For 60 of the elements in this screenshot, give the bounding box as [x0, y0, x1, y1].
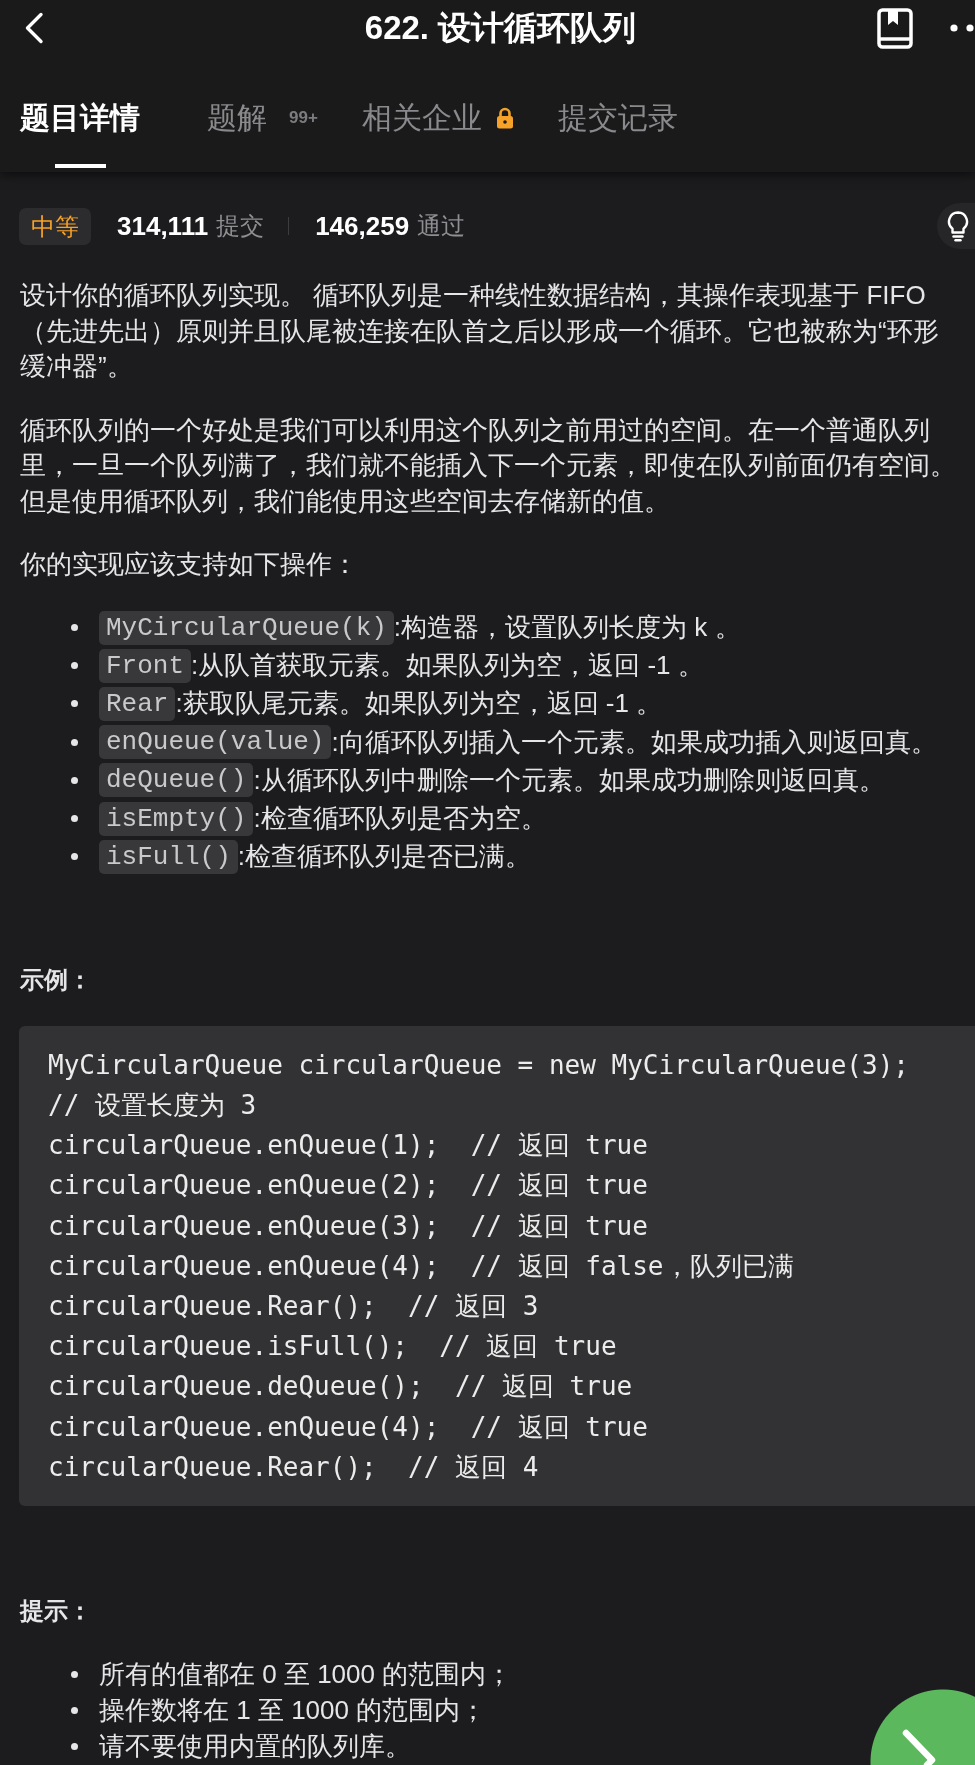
page-title: 622. 设计循环队列 [364, 8, 637, 48]
submission-count: 314,111 [117, 210, 209, 242]
code-snippet: enQueue(value) [99, 725, 332, 760]
book-icon[interactable] [877, 7, 913, 49]
bullet-icon [70, 738, 78, 746]
code-snippet: Rear [99, 686, 176, 721]
lightbulb-icon [946, 210, 969, 242]
submission-label: 提交 [216, 211, 265, 241]
code-line: circularQueue.enQueue(2); // 返回 true [48, 1169, 649, 1203]
code-line: circularQueue.Rear(); // 返回 3 [48, 1290, 540, 1324]
code-line: circularQueue.enQueue(4); // 返回 true [48, 1410, 649, 1444]
accepted-count: 146,259 [315, 210, 410, 242]
bullet-icon [70, 776, 78, 784]
code-snippet: deQueue() [99, 763, 254, 798]
tab[interactable]: 题解 99+ [207, 100, 318, 168]
tab[interactable]: 相关企业 [361, 100, 514, 168]
section-heading: 示例： [20, 964, 93, 995]
description-paragraph: 你的实现应该支持如下操作： [20, 548, 359, 581]
operation-description: :向循环队列插入一个元素。如果成功插入则返回真。 [331, 725, 937, 759]
code-snippet: Front [99, 648, 191, 683]
code-line: circularQueue.enQueue(4); // 返回 false，队列已满 [48, 1249, 795, 1283]
bullet-icon [70, 815, 78, 823]
operation-description: :检查循环队列是否已满。 [237, 840, 532, 874]
chevron-icon [902, 1729, 936, 1765]
code-line: circularQueue.deQueue(); // 返回 true [48, 1370, 634, 1404]
code-snippet: isFull() [99, 839, 238, 874]
hint-button[interactable] [937, 203, 975, 249]
hint-text: 操作数将在 1 至 1000 的范围内； [99, 1693, 487, 1727]
bullet-icon [70, 662, 78, 670]
code-line: circularQueue.enQueue(3); // 返回 true [48, 1209, 649, 1243]
operation-description: :从循环队列中删除一个元素。如果成功删除则返回真。 [253, 763, 885, 797]
bullet-icon [70, 700, 78, 708]
code-line: circularQueue.Rear(); // 返回 4 [48, 1450, 540, 1484]
operation-description: :从队首获取元素。如果队列为空，返回 -1 。 [191, 649, 704, 683]
code-line: circularQueue.enQueue(1); // 返回 true [48, 1129, 649, 1163]
solution-count: 99+ [289, 107, 318, 129]
operation-description: :检查循环队列是否为空。 [253, 802, 547, 836]
more-icon[interactable] [950, 24, 975, 32]
accepted-label: 通过 [417, 211, 466, 241]
code-line: MyCircularQueue circularQueue = new MyCircularQueue(3); [48, 1048, 910, 1082]
code-snippet: MyCircularQueue(k) [99, 610, 394, 645]
bullet-icon [70, 624, 78, 632]
operation-description: :构造器，设置队列长度为 k 。 [393, 611, 741, 645]
code-snippet: isEmpty() [99, 801, 254, 836]
back-icon[interactable] [24, 12, 44, 44]
description-paragraph: 设计你的循环队列实现。 循环队列是一种线性数据结构，其操作表现基于 FIFO（先进先出）原则并且队尾被连接在队首之后以形成一个循环。它也被称为“环形缓冲器”。 [20, 279, 940, 383]
bullet-icon [70, 1742, 78, 1750]
operation-description: :获取队尾元素。如果队列为空，返回 -1 。 [175, 687, 663, 721]
description-paragraph: 循环队列的一个好处是我们可以利用这个队列之前用过的空间。在一个普通队列里，一旦一个队列满了，我们就不能插入下一个元素，即使在队列前面仍有空间。但是使用循环队列，我们能使用这些空间去存储新的值。 [20, 413, 957, 518]
code-line: circularQueue.isFull(); // 返回 true [48, 1330, 618, 1364]
hint-text: 所有的值都在 0 至 1000 的范围内； [99, 1657, 513, 1691]
hint-text: 请不要使用内置的队列库。 [99, 1729, 411, 1763]
bullet-icon [70, 853, 78, 861]
difficulty-badge: 中等 [19, 207, 91, 245]
section-heading: 提示： [20, 1596, 93, 1627]
tab[interactable]: 提交记录 [557, 100, 678, 168]
bullet-icon [70, 1706, 78, 1714]
tab[interactable]: 题目详情 [20, 100, 140, 168]
code-line: // 设置长度为 3 [48, 1089, 258, 1122]
bullet-icon [70, 1670, 78, 1678]
